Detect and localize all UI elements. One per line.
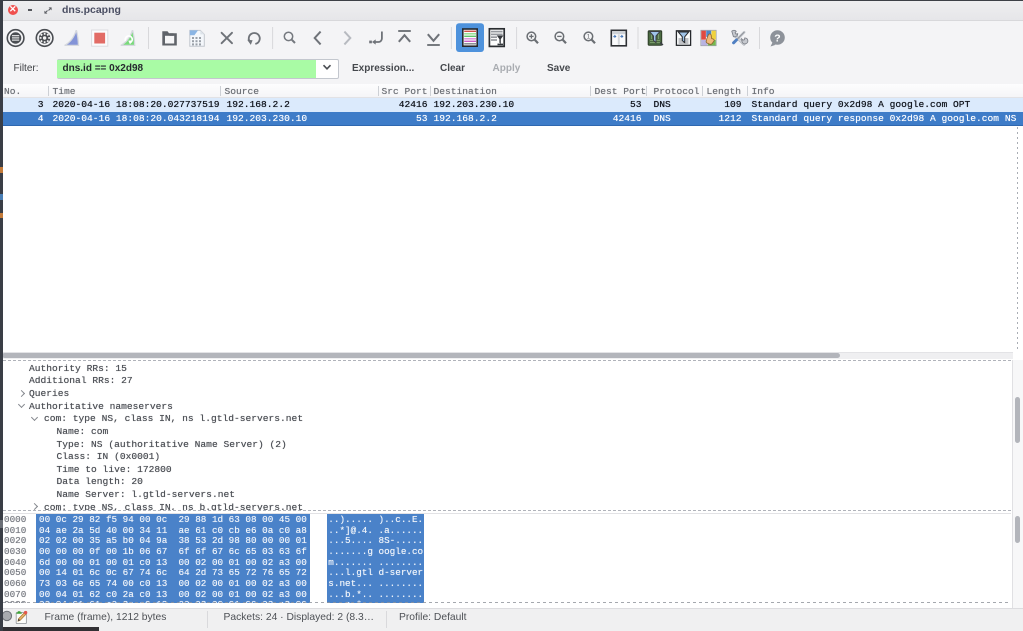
svg-text:1: 1 [587, 34, 591, 41]
svg-text:?: ? [774, 32, 780, 44]
